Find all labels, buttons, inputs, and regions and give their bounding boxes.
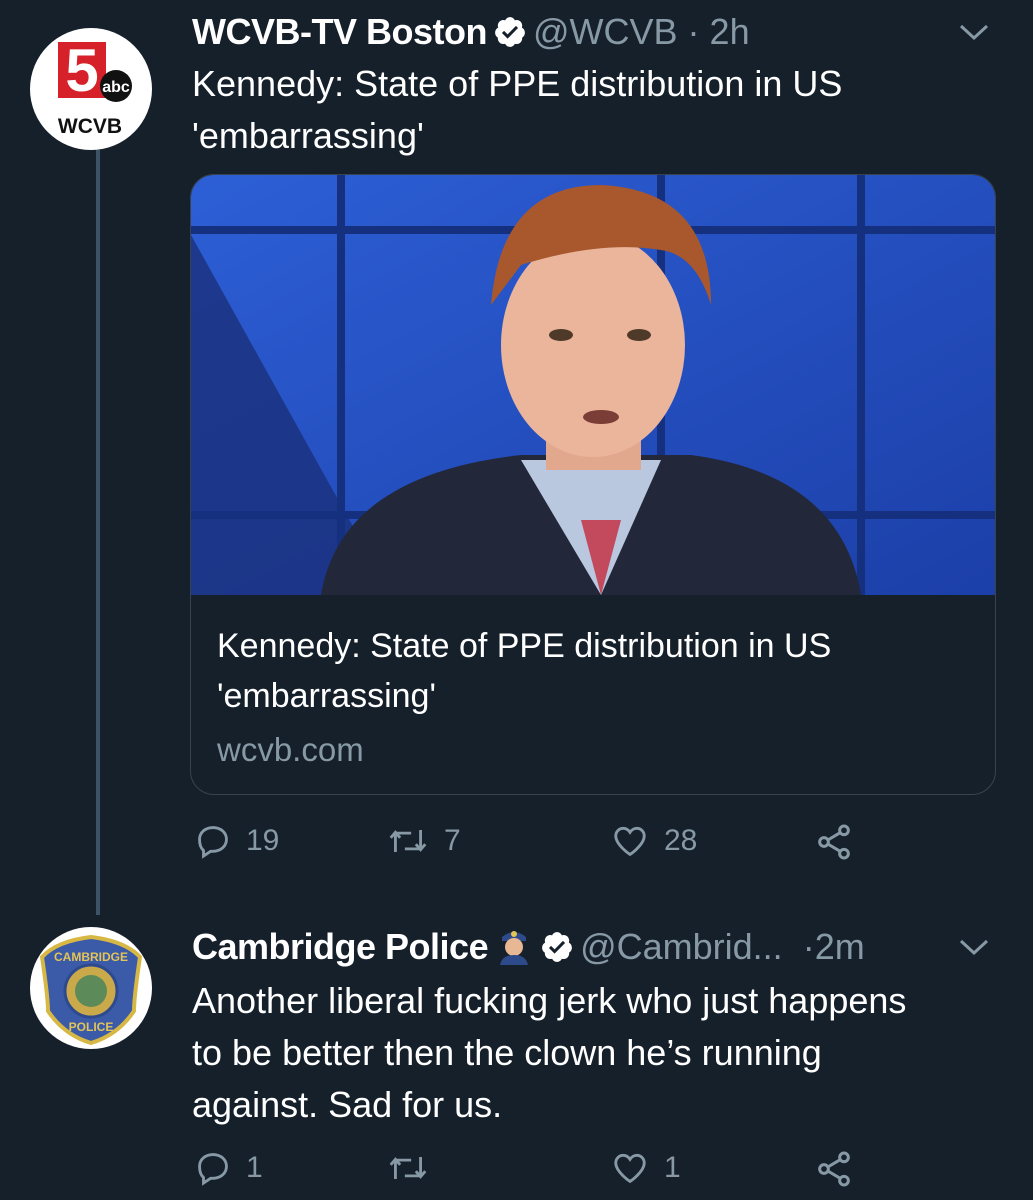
separator-dot: · <box>802 926 815 967</box>
tweet-text-line: 'embarrassing' <box>192 115 424 156</box>
wcvb-logo-icon: 5 abc WCVB <box>58 37 132 138</box>
like-icon <box>614 826 646 857</box>
card-title-line: 'embarrassing' <box>217 677 436 715</box>
share-button[interactable] <box>814 822 868 862</box>
tweet-text-line: Kennedy: State of PPE distribution in US <box>192 63 843 104</box>
svg-text:5: 5 <box>65 37 98 104</box>
user-handle[interactable]: @WCVB <box>533 11 678 52</box>
svg-text:WCVB: WCVB <box>58 115 122 138</box>
tweet-wcvb[interactable]: 5 abc WCVB WCVB-TV Boston @WCVB · 2h Kenn… <box>0 0 1033 915</box>
reply-count: 19 <box>246 824 280 857</box>
police-officer-emoji-icon <box>494 925 534 975</box>
svg-text:abc: abc <box>102 79 130 96</box>
share-button[interactable] <box>814 1149 868 1189</box>
tweet-text-line: against. Sad for us. <box>192 1084 503 1125</box>
avatar-wcvb[interactable]: 5 abc WCVB <box>30 28 152 150</box>
svg-text:CAMBRIDGE: CAMBRIDGE <box>54 950 128 964</box>
timestamp[interactable]: 2m <box>815 926 865 967</box>
retweet-button[interactable]: 7 <box>386 822 461 860</box>
caret-down-icon[interactable] <box>958 22 990 47</box>
like-button[interactable]: 1 <box>610 1149 681 1187</box>
like-count: 28 <box>664 824 698 857</box>
tweet-text: Kennedy: State of PPE distribution in US… <box>192 58 992 162</box>
separator-dot: · <box>687 11 700 52</box>
tweet-text-line: Another liberal fucking jerk who just ha… <box>192 980 907 1021</box>
reply-button[interactable]: 19 <box>194 822 279 860</box>
action-bar: 1 1 <box>190 1149 890 1199</box>
share-icon <box>818 1151 850 1187</box>
card-title-line: Kennedy: State of PPE distribution in US <box>217 627 832 665</box>
reply-count: 1 <box>246 1151 263 1184</box>
verified-icon <box>493 15 527 59</box>
tweet-header: Cambridge Police @Cambrid... ·2m <box>192 925 865 975</box>
link-card[interactable]: Kennedy: State of PPE distribution in US… <box>190 174 996 795</box>
share-icon <box>818 824 850 860</box>
like-icon <box>614 1153 646 1184</box>
tweet-cambridge-police[interactable]: CAMBRIDGE POLICE Cambridge Police @Cambri… <box>0 915 1033 1200</box>
like-button[interactable]: 28 <box>610 822 697 860</box>
retweet-button[interactable] <box>386 1149 444 1187</box>
card-image <box>191 175 995 595</box>
reply-button[interactable]: 1 <box>194 1149 263 1187</box>
reply-icon <box>198 826 228 859</box>
reply-icon <box>198 1153 228 1186</box>
tweet-text-line: to be better then the clown he’s running <box>192 1032 822 1073</box>
caret-down-icon[interactable] <box>958 937 990 962</box>
avatar-cambridge-police[interactable]: CAMBRIDGE POLICE <box>30 927 152 1049</box>
card-title: Kennedy: State of PPE distribution in US… <box>217 621 977 721</box>
tweet-text: Another liberal fucking jerk who just ha… <box>192 975 992 1131</box>
retweet-count: 7 <box>444 824 461 857</box>
police-badge-icon: CAMBRIDGE POLICE <box>39 934 143 1046</box>
card-domain: wcvb.com <box>217 731 364 768</box>
action-bar: 19 7 28 <box>190 822 890 872</box>
like-count: 1 <box>664 1151 681 1184</box>
display-name[interactable]: WCVB-TV Boston <box>192 11 487 52</box>
tweet-header: WCVB-TV Boston @WCVB · 2h <box>192 10 750 59</box>
display-name[interactable]: Cambridge Police <box>192 926 489 967</box>
retweet-icon <box>389 830 427 852</box>
timestamp[interactable]: 2h <box>710 11 750 52</box>
user-handle[interactable]: @Cambrid... <box>580 926 783 967</box>
retweet-icon <box>389 1157 427 1179</box>
verified-icon <box>540 930 574 974</box>
svg-text:POLICE: POLICE <box>69 1020 114 1034</box>
